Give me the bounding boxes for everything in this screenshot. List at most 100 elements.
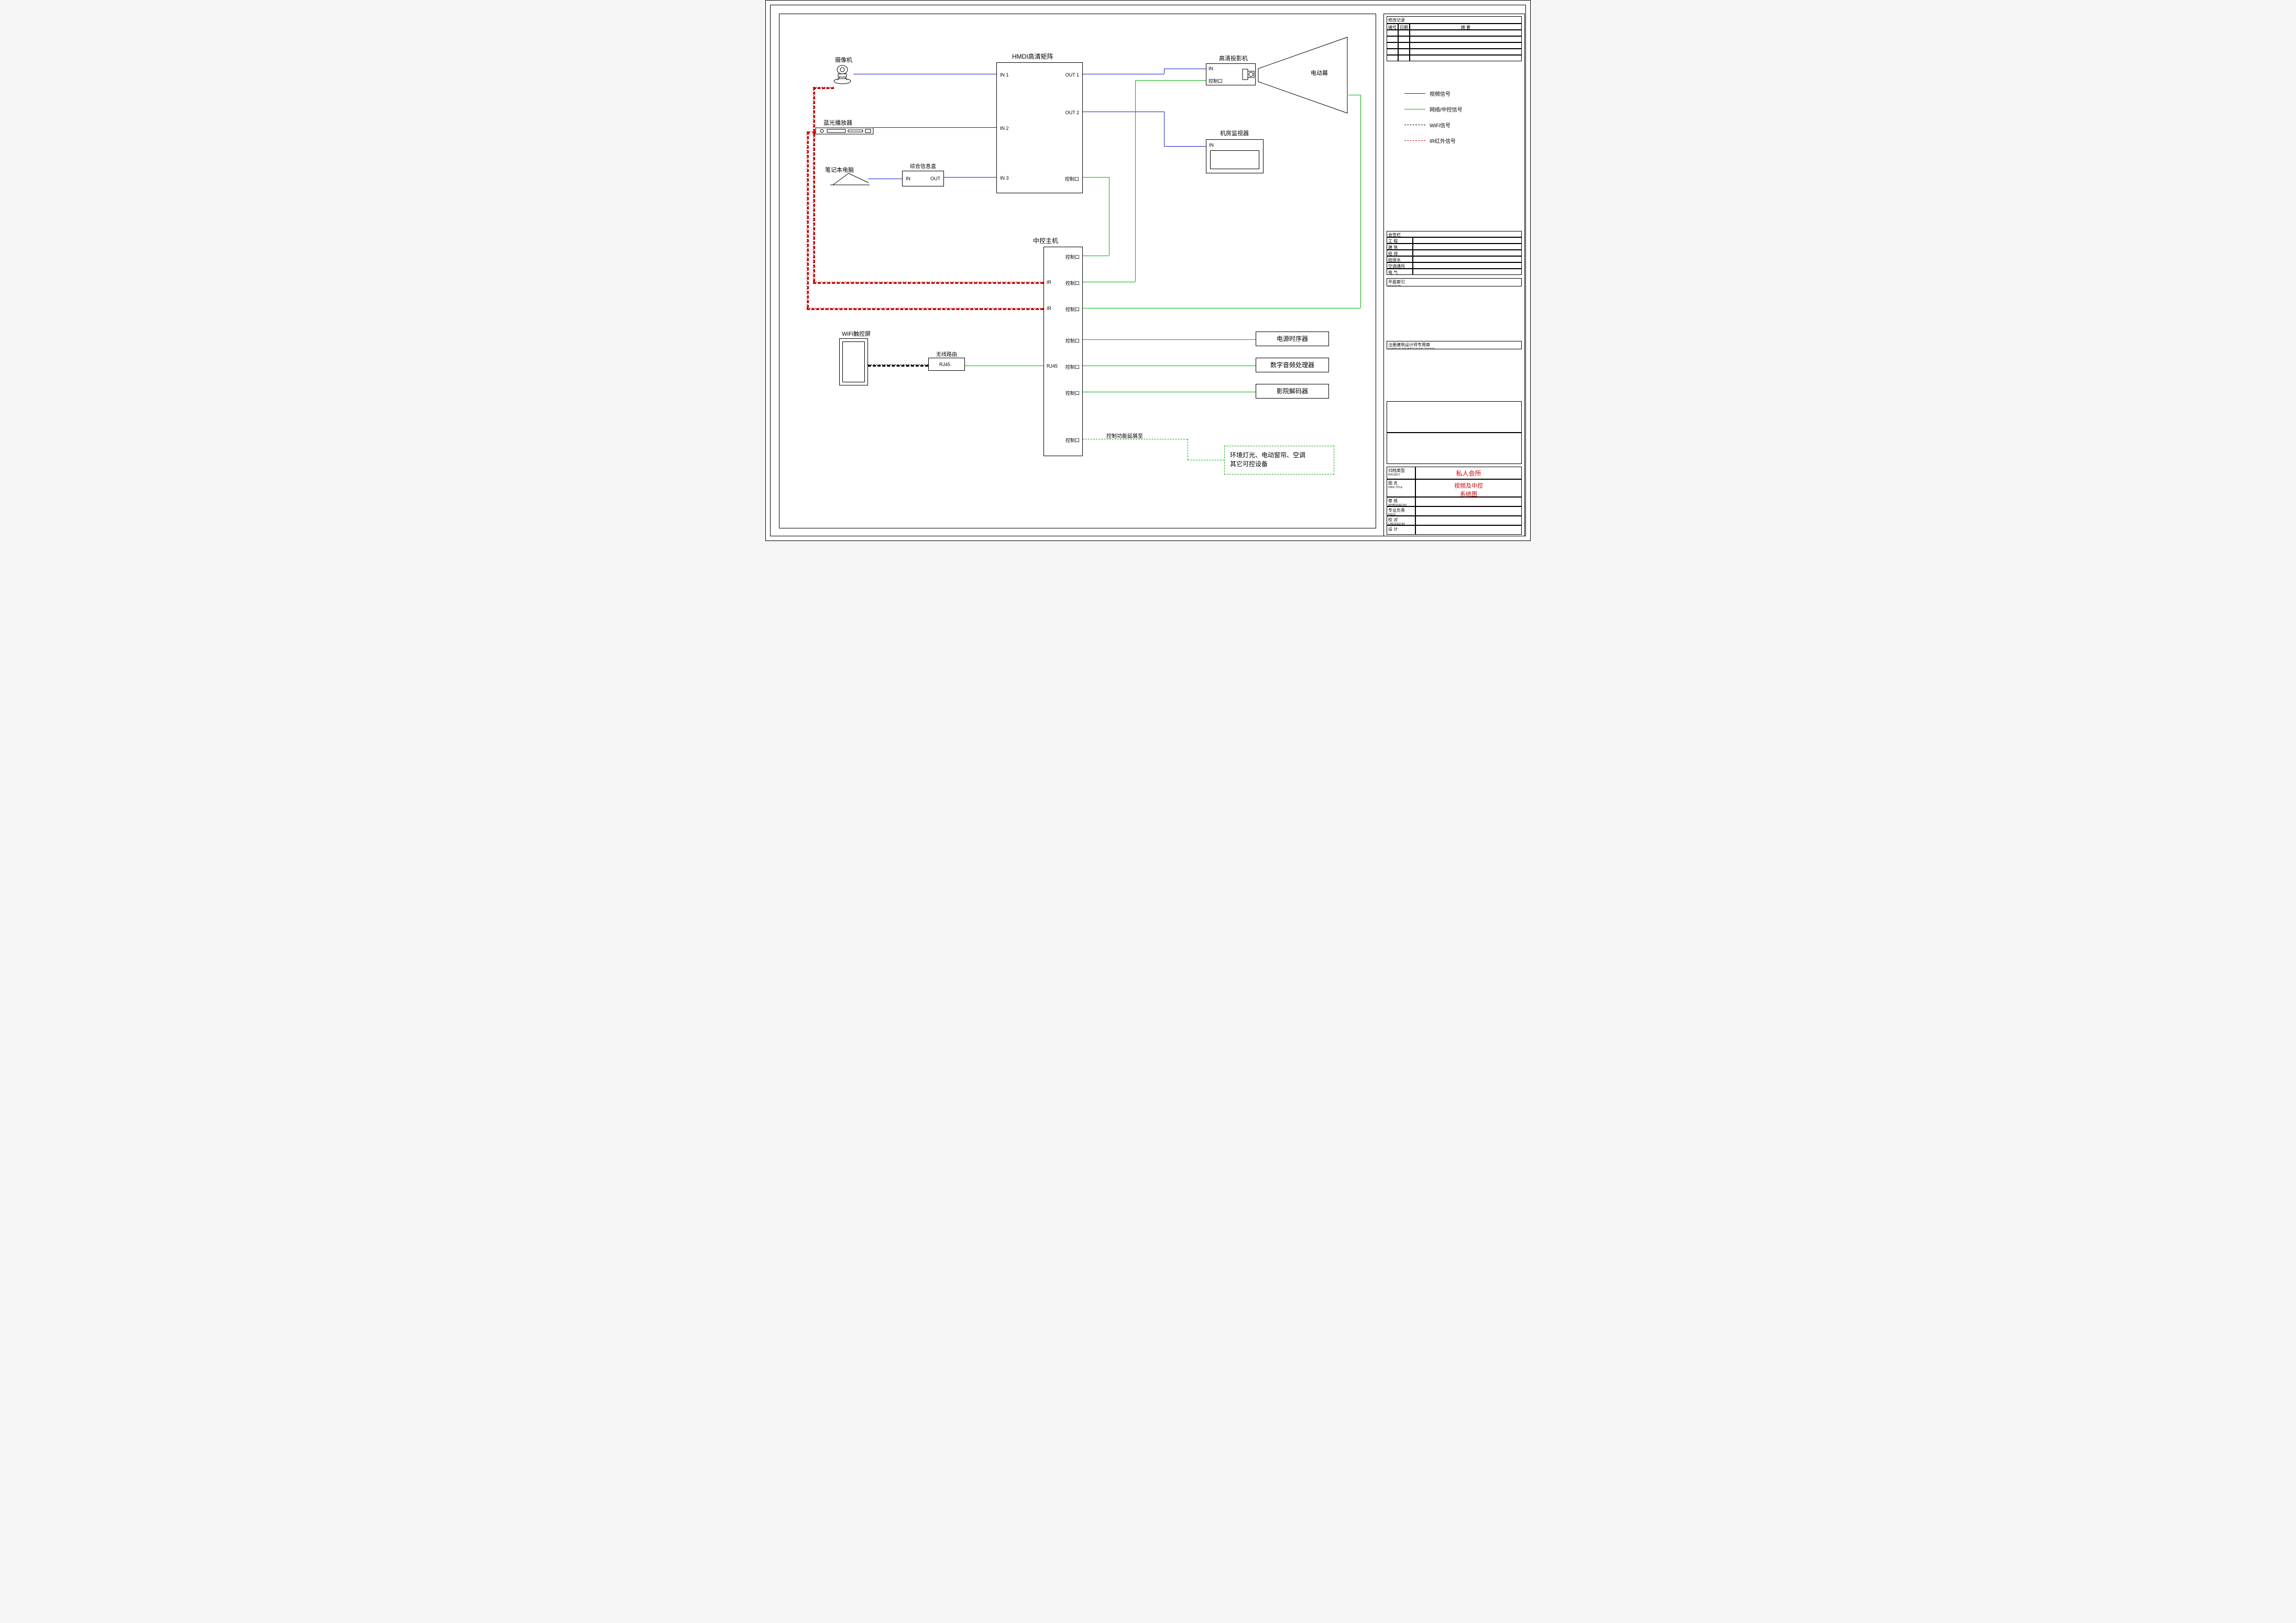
wire-ir1-h [813, 282, 1043, 284]
monitor-screen [1210, 150, 1259, 169]
matrix-ctrl: 控制口 [1065, 175, 1079, 182]
ctrl-ir1: IR [1047, 280, 1051, 285]
rev-row [1410, 42, 1522, 49]
approved-key-text: 审 核 [1388, 499, 1398, 503]
legend-wifi: WiFi信号 [1404, 121, 1451, 129]
stamp-title: 注册建筑设计师专用章 STAMP OF ARCHITECTURAL DESIGN [1387, 341, 1522, 349]
ctrl-ir2: IR [1047, 306, 1051, 311]
router-label: 无线路由 [936, 350, 957, 358]
legend-video: 视频信号 [1404, 90, 1451, 97]
sign-row-0: 工 程 [1387, 237, 1413, 244]
wire-net-psu [1083, 339, 1256, 340]
ctrl-port-6: 控制口 [1065, 390, 1080, 396]
keyplan-title-text: 平面索引 [1388, 280, 1405, 284]
wire-ir2-h2 [807, 131, 816, 134]
control-host: 控制口 控制口 控制口 控制口 控制口 控制口 控制口 IR IR RJ45 [1043, 247, 1083, 456]
sign-row-4: 空调通风 [1387, 262, 1413, 269]
dwg-key-text: 图 名 [1388, 481, 1398, 485]
rev-row [1398, 55, 1410, 61]
legend-ir: IR红外信号 [1404, 137, 1456, 145]
rev-row [1398, 36, 1410, 42]
sign-val [1413, 250, 1522, 256]
wire-net-screen-v [1360, 95, 1361, 308]
rev-col-no: 编号 [1387, 24, 1398, 30]
laptop-icon [828, 173, 877, 188]
checked-val [1415, 516, 1522, 525]
ctrl-port-3: 控制口 [1065, 306, 1080, 313]
screen-icon [1258, 37, 1350, 113]
sign-val [1413, 269, 1522, 275]
rev-col-desc: 摘 要 [1410, 24, 1522, 30]
matrix-out1: OUT 1 [1065, 72, 1079, 78]
legend-net-label: 网络/中控信号 [1430, 105, 1463, 113]
diagram-area: 摄像机 蓝光播放器 笔记本电脑 综合信息盒 IN [782, 16, 1379, 526]
ctrl-port-1: 控制口 [1065, 253, 1080, 260]
bluray-label: 蓝光播放器 [823, 118, 852, 127]
wifi-touch-label: WiFi触控屏 [842, 329, 871, 338]
rev-row [1387, 36, 1398, 42]
keyplan-title-sub: KEY PLAN [1388, 285, 1520, 286]
empty-cell [1387, 401, 1522, 433]
empty-cell [1387, 433, 1522, 464]
rev-row [1398, 30, 1410, 36]
project-key-text: 归档类型 [1388, 468, 1405, 473]
keyplan-title: 平面索引 KEY PLAN [1387, 278, 1522, 286]
rev-row [1398, 49, 1410, 55]
router-rj45: RJ45 [939, 362, 950, 367]
revision-title-text: 修改记录 [1388, 18, 1405, 23]
dwg-key: 图 名 DWG.TITLE [1387, 479, 1415, 497]
legend-ir-label: IR红外信号 [1430, 137, 1456, 145]
projector-lens-icon [1243, 66, 1257, 83]
rev-row [1410, 55, 1522, 61]
revision-title: 修改记录 RECORD [1387, 16, 1522, 24]
wire-ir1-v [813, 87, 815, 282]
rev-row [1387, 42, 1398, 49]
legend-ir-line [1404, 140, 1425, 141]
projector-in: IN [1209, 66, 1213, 71]
dsp-box: 数字音频处理器 [1256, 358, 1329, 372]
ctrl-port-4: 控制口 [1065, 337, 1080, 344]
wire-ir2-v [807, 131, 809, 308]
rev-row [1410, 49, 1522, 55]
rev-row [1398, 42, 1410, 49]
dwg-value: 视频及中控 系统图 [1415, 479, 1522, 497]
field-key: 专业负责 FIELD [1387, 506, 1415, 516]
projector-label: 高清投影机 [1219, 54, 1248, 62]
hdmi-matrix: IN 1 IN 2 IN 3 OUT 1 OUT 2 控制口 [996, 62, 1083, 193]
monitor-label: 机房监视器 [1220, 129, 1249, 137]
rev-row [1387, 55, 1398, 61]
wire-net-mxctrl-h1 [1083, 177, 1109, 178]
camera-icon [831, 64, 853, 85]
approved-val [1415, 497, 1522, 506]
wire-bluray-in2 [873, 127, 996, 128]
ctrl-rj45: RJ45 [1047, 363, 1058, 369]
sign-row-5: 电 气 [1387, 269, 1413, 275]
laptop-label: 笔记本电脑 [825, 165, 854, 174]
wire-ir1-h2 [813, 87, 834, 89]
decoder-box: 影院解码器 [1256, 384, 1329, 399]
ctrl-port-5: 控制口 [1065, 363, 1080, 370]
extend-note: 控制功能延展至 [1106, 432, 1143, 439]
project-value: 私人会所 [1415, 467, 1522, 479]
title-block: 修改记录 RECORD 编号 日期 摘 要 视频信号 网络/中控信号 [1383, 6, 1525, 536]
legend-wifi-label: WiFi信号 [1430, 121, 1451, 129]
project-key-sub: PROJECT [1388, 473, 1414, 477]
wire-out2-v [1164, 112, 1165, 146]
rev-row [1387, 49, 1398, 55]
wire-infobox-in3 [944, 177, 996, 178]
sign-val [1413, 237, 1522, 244]
infobox: IN OUT [902, 171, 944, 186]
rev-row [1410, 36, 1522, 42]
matrix-out2: OUT 2 [1065, 110, 1079, 115]
legend-net: 网络/中控信号 [1404, 105, 1463, 113]
sign-val [1413, 262, 1522, 269]
infobox-in-port: IN [906, 176, 910, 181]
designer-val [1415, 525, 1522, 535]
matrix-in1: IN 1 [1000, 72, 1009, 78]
infobox-label: 综合信息盒 [910, 162, 936, 170]
router: RJ45 [928, 358, 965, 371]
legend-video-line [1404, 93, 1425, 94]
field-key-text: 专业负责 [1388, 508, 1405, 513]
ctrl-port-7: 控制口 [1065, 437, 1080, 444]
dwg-key-sub: DWG.TITLE [1388, 486, 1414, 489]
